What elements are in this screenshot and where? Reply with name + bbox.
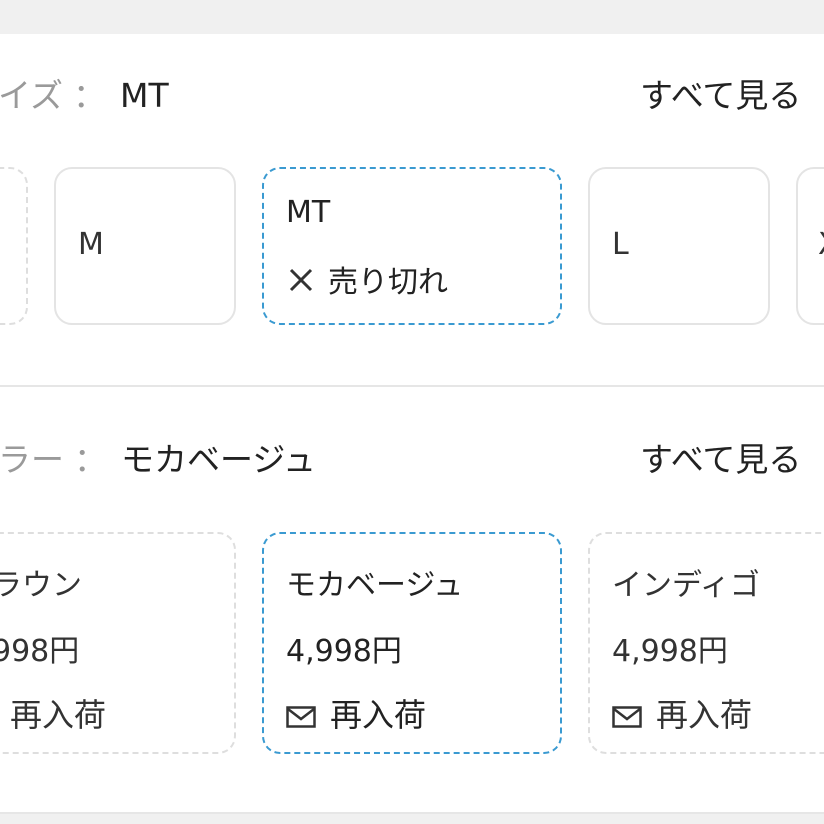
size-option-l[interactable]: L bbox=[588, 167, 770, 325]
color-option-name: モカベージュ bbox=[286, 568, 464, 603]
color-label-row: ラー ： モカベージュ bbox=[0, 430, 316, 490]
section-divider bbox=[0, 385, 824, 387]
size-option-m[interactable]: M bbox=[54, 167, 236, 325]
color-section-header: ラー ： モカベージュ すべて見る bbox=[0, 430, 824, 490]
mail-icon bbox=[286, 706, 316, 728]
restock-row[interactable]: 再入荷 bbox=[286, 690, 426, 736]
size-option-x[interactable]: X bbox=[796, 167, 824, 325]
size-colon: ： bbox=[73, 76, 107, 115]
close-icon bbox=[286, 265, 316, 303]
size-label-row: イズ： MT bbox=[0, 66, 169, 126]
size-option-label: M bbox=[78, 227, 104, 262]
color-label: ラー bbox=[0, 440, 64, 479]
size-section-header: イズ： MT すべて見る bbox=[0, 66, 824, 126]
restock-label: 再入荷 bbox=[330, 696, 427, 734]
bottom-divider bbox=[0, 812, 824, 814]
size-selected-value: MT bbox=[120, 76, 169, 115]
size-option-label: MT bbox=[286, 195, 331, 230]
color-option-name: ラウン bbox=[0, 568, 82, 603]
color-colon: ： bbox=[74, 440, 107, 479]
sold-out-label: 売り切れ bbox=[328, 265, 448, 300]
color-option-price: 998円 bbox=[0, 634, 80, 669]
size-option-label: L bbox=[612, 227, 629, 262]
size-label: イズ bbox=[0, 76, 64, 115]
restock-label: 再入荷 bbox=[10, 696, 107, 734]
color-option-indigo[interactable]: インディゴ 4,998円 再入荷 bbox=[588, 532, 824, 754]
size-option-partial-left[interactable] bbox=[0, 167, 28, 325]
color-selected-value: モカベージュ bbox=[121, 440, 317, 479]
mail-icon bbox=[612, 706, 642, 728]
color-option-brown[interactable]: ラウン 998円 再入荷 bbox=[0, 532, 236, 754]
size-see-all-link[interactable]: すべて見る bbox=[640, 66, 824, 126]
color-option-price: 4,998円 bbox=[612, 634, 728, 669]
color-option-mocha-beige[interactable]: モカベージュ 4,998円 再入荷 bbox=[262, 532, 562, 754]
color-option-name: インディゴ bbox=[612, 568, 760, 603]
sold-out-row: 売り切れ bbox=[286, 257, 448, 303]
color-see-all-link[interactable]: すべて見る bbox=[640, 430, 824, 490]
color-option-price: 4,998円 bbox=[286, 634, 402, 669]
size-option-label: X bbox=[818, 227, 824, 262]
restock-label: 再入荷 bbox=[656, 696, 753, 734]
restock-row[interactable]: 再入荷 bbox=[612, 690, 752, 736]
product-options-panel: イズ：MT すべて見る M MT 売り切れ L X ラー：モカベージュ すべて見… bbox=[0, 34, 824, 814]
restock-row[interactable]: 再入荷 bbox=[0, 690, 106, 736]
size-option-mt[interactable]: MT 売り切れ bbox=[262, 167, 562, 325]
